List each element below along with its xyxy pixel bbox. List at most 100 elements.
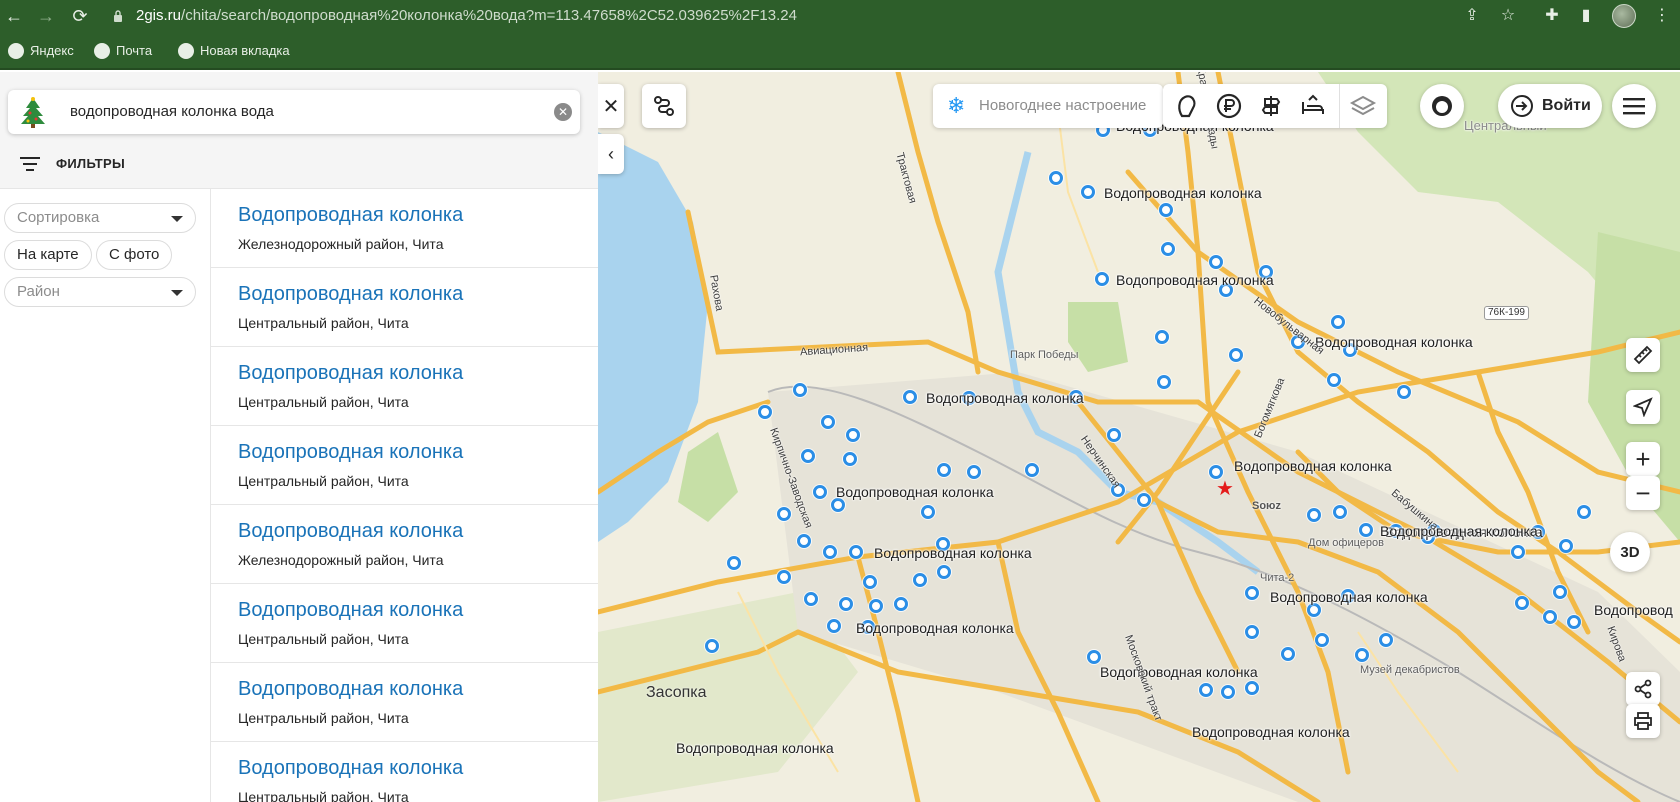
water-pump-pin[interactable]	[1553, 585, 1567, 599]
water-pump-pin[interactable]	[1245, 681, 1259, 695]
district-select[interactable]: Район	[4, 277, 196, 307]
result-item[interactable]: Водопроводная колонка Центральный район, …	[211, 347, 598, 426]
pin-label-cut[interactable]: Водопровод	[1594, 602, 1673, 618]
pin-label[interactable]: Водопроводная колонка	[1104, 185, 1262, 201]
water-pump-pin[interactable]	[1161, 242, 1175, 256]
signpost-icon[interactable]	[1257, 92, 1285, 120]
result-title[interactable]: Водопроводная колонка	[238, 204, 463, 227]
water-pump-pin[interactable]	[1515, 596, 1529, 610]
clear-search-icon[interactable]: ✕	[554, 103, 572, 121]
water-pump-pin[interactable]	[1209, 255, 1223, 269]
water-pump-pin[interactable]	[1199, 683, 1213, 697]
water-pump-pin[interactable]	[1331, 315, 1345, 329]
close-panel-button[interactable]: ✕	[598, 84, 624, 128]
bookmark-pochta[interactable]: Почта	[94, 42, 152, 60]
water-pump-pin[interactable]	[839, 597, 853, 611]
pin-label[interactable]: Водопроводная колонка	[676, 740, 834, 756]
water-pump-pin[interactable]	[921, 505, 935, 519]
result-title[interactable]: Водопроводная колонка	[238, 599, 463, 622]
share-icon[interactable]: ⇪	[1460, 4, 1484, 28]
water-pump-pin[interactable]	[1559, 539, 1573, 553]
login-button[interactable]: Войти	[1498, 84, 1602, 128]
pin-label[interactable]: Водопроводная колонка	[1100, 664, 1258, 680]
water-pump-pin[interactable]	[937, 565, 951, 579]
water-pump-pin[interactable]	[823, 545, 837, 559]
water-pump-pin[interactable]	[937, 463, 951, 477]
water-pump-pin[interactable]	[1511, 545, 1525, 559]
reload-icon[interactable]: ⟳	[68, 4, 92, 28]
water-pump-pin[interactable]	[869, 599, 883, 613]
pin-label[interactable]: Водопроводная колонка	[1380, 523, 1538, 539]
water-pump-pin[interactable]	[1081, 185, 1095, 199]
result-item[interactable]: Водопроводная колонка Железнодорожный рай…	[211, 189, 598, 268]
ruler-button[interactable]	[1626, 338, 1660, 372]
water-pump-pin[interactable]	[1155, 330, 1169, 344]
water-pump-pin[interactable]	[1327, 373, 1341, 387]
pin-label[interactable]: Водопроводная колонка	[856, 620, 1014, 636]
back-icon[interactable]: ←	[2, 4, 26, 28]
water-pump-pin[interactable]	[777, 570, 791, 584]
result-item[interactable]: Водопроводная колонка Центральный район, …	[211, 268, 598, 347]
result-title[interactable]: Водопроводная колонка	[238, 441, 463, 464]
result-title[interactable]: Водопроводная колонка	[238, 362, 463, 385]
water-pump-pin[interactable]	[913, 573, 927, 587]
print-button[interactable]	[1626, 704, 1660, 738]
star-marker-icon[interactable]: ★	[1216, 476, 1234, 501]
result-title[interactable]: Водопроводная колонка	[238, 678, 463, 701]
sidebar-icon[interactable]: ▮	[1574, 4, 1598, 28]
zoom-out-button[interactable]: −	[1626, 476, 1660, 510]
water-pump-pin[interactable]	[1157, 375, 1171, 389]
ruble-icon[interactable]	[1215, 92, 1243, 120]
hotel-icon[interactable]	[1299, 92, 1327, 120]
pin-label[interactable]: Водопроводная колонка	[926, 390, 1084, 406]
water-pump-pin[interactable]	[1137, 493, 1151, 507]
3d-toggle-button[interactable]: 3D	[1610, 532, 1650, 572]
water-pump-pin[interactable]	[1567, 615, 1581, 629]
water-pump-pin[interactable]	[1025, 463, 1039, 477]
water-pump-pin[interactable]	[777, 507, 791, 521]
water-pump-pin[interactable]	[1307, 508, 1321, 522]
pin-label[interactable]: Водопроводная колонка	[1192, 724, 1350, 740]
water-pump-pin[interactable]	[705, 639, 719, 653]
result-item[interactable]: Водопроводная колонка Центральный район, …	[211, 663, 598, 742]
result-item[interactable]: Водопроводная колонка Железнодорожный рай…	[211, 505, 598, 584]
water-pump-pin[interactable]	[863, 575, 877, 589]
with-photo-chip[interactable]: С фото	[96, 240, 173, 270]
collapse-panel-button[interactable]: ‹	[598, 134, 624, 174]
water-pump-pin[interactable]	[1245, 625, 1259, 639]
water-pump-pin[interactable]	[967, 465, 981, 479]
forward-icon[interactable]: →	[34, 4, 58, 28]
water-pump-pin[interactable]	[801, 449, 815, 463]
water-pump-pin[interactable]	[813, 485, 827, 499]
water-pump-pin[interactable]	[894, 597, 908, 611]
pin-label[interactable]: Водопроводная колонка	[836, 484, 994, 500]
water-pump-pin[interactable]	[1397, 385, 1411, 399]
route-button[interactable]	[642, 84, 686, 128]
menu-dots-icon[interactable]: ⋮	[1650, 4, 1674, 28]
result-item[interactable]: Водопроводная колонка Центральный район, …	[211, 426, 598, 505]
extensions-icon[interactable]: ✚	[1540, 4, 1564, 28]
url-field[interactable]: 2gis.ru/chita/search/водопроводная%20кол…	[136, 0, 797, 32]
result-title[interactable]: Водопроводная колонка	[238, 283, 463, 306]
water-pump-pin[interactable]	[1221, 685, 1235, 699]
water-pump-pin[interactable]	[1095, 272, 1109, 286]
water-pump-pin[interactable]	[831, 498, 845, 512]
water-pump-pin[interactable]	[804, 592, 818, 606]
water-pump-pin[interactable]	[1543, 610, 1557, 624]
main-menu-button[interactable]	[1612, 84, 1656, 128]
water-pump-pin[interactable]	[727, 556, 741, 570]
water-pump-pin[interactable]	[1229, 348, 1243, 362]
promo-avatar-button[interactable]	[1420, 84, 1464, 128]
promo-button[interactable]: ❄ Новогоднее настроение	[933, 84, 1163, 128]
on-map-chip[interactable]: На карте	[4, 240, 92, 270]
filters-toggle[interactable]: ФИЛЬТРЫ	[0, 140, 598, 188]
water-pump-pin[interactable]	[758, 405, 772, 419]
pin-label[interactable]: Водопроводная колонка	[1270, 589, 1428, 605]
pin-label[interactable]: Водопроводная колонка	[1315, 334, 1473, 350]
water-pump-pin[interactable]	[1281, 647, 1295, 661]
result-title[interactable]: Водопроводная колонка	[238, 757, 463, 780]
result-title[interactable]: Водопроводная колонка	[238, 520, 463, 543]
water-pump-pin[interactable]	[1315, 633, 1329, 647]
water-pump-pin[interactable]	[1333, 505, 1347, 519]
pin-label[interactable]: Водопроводная колонка	[1234, 458, 1392, 474]
